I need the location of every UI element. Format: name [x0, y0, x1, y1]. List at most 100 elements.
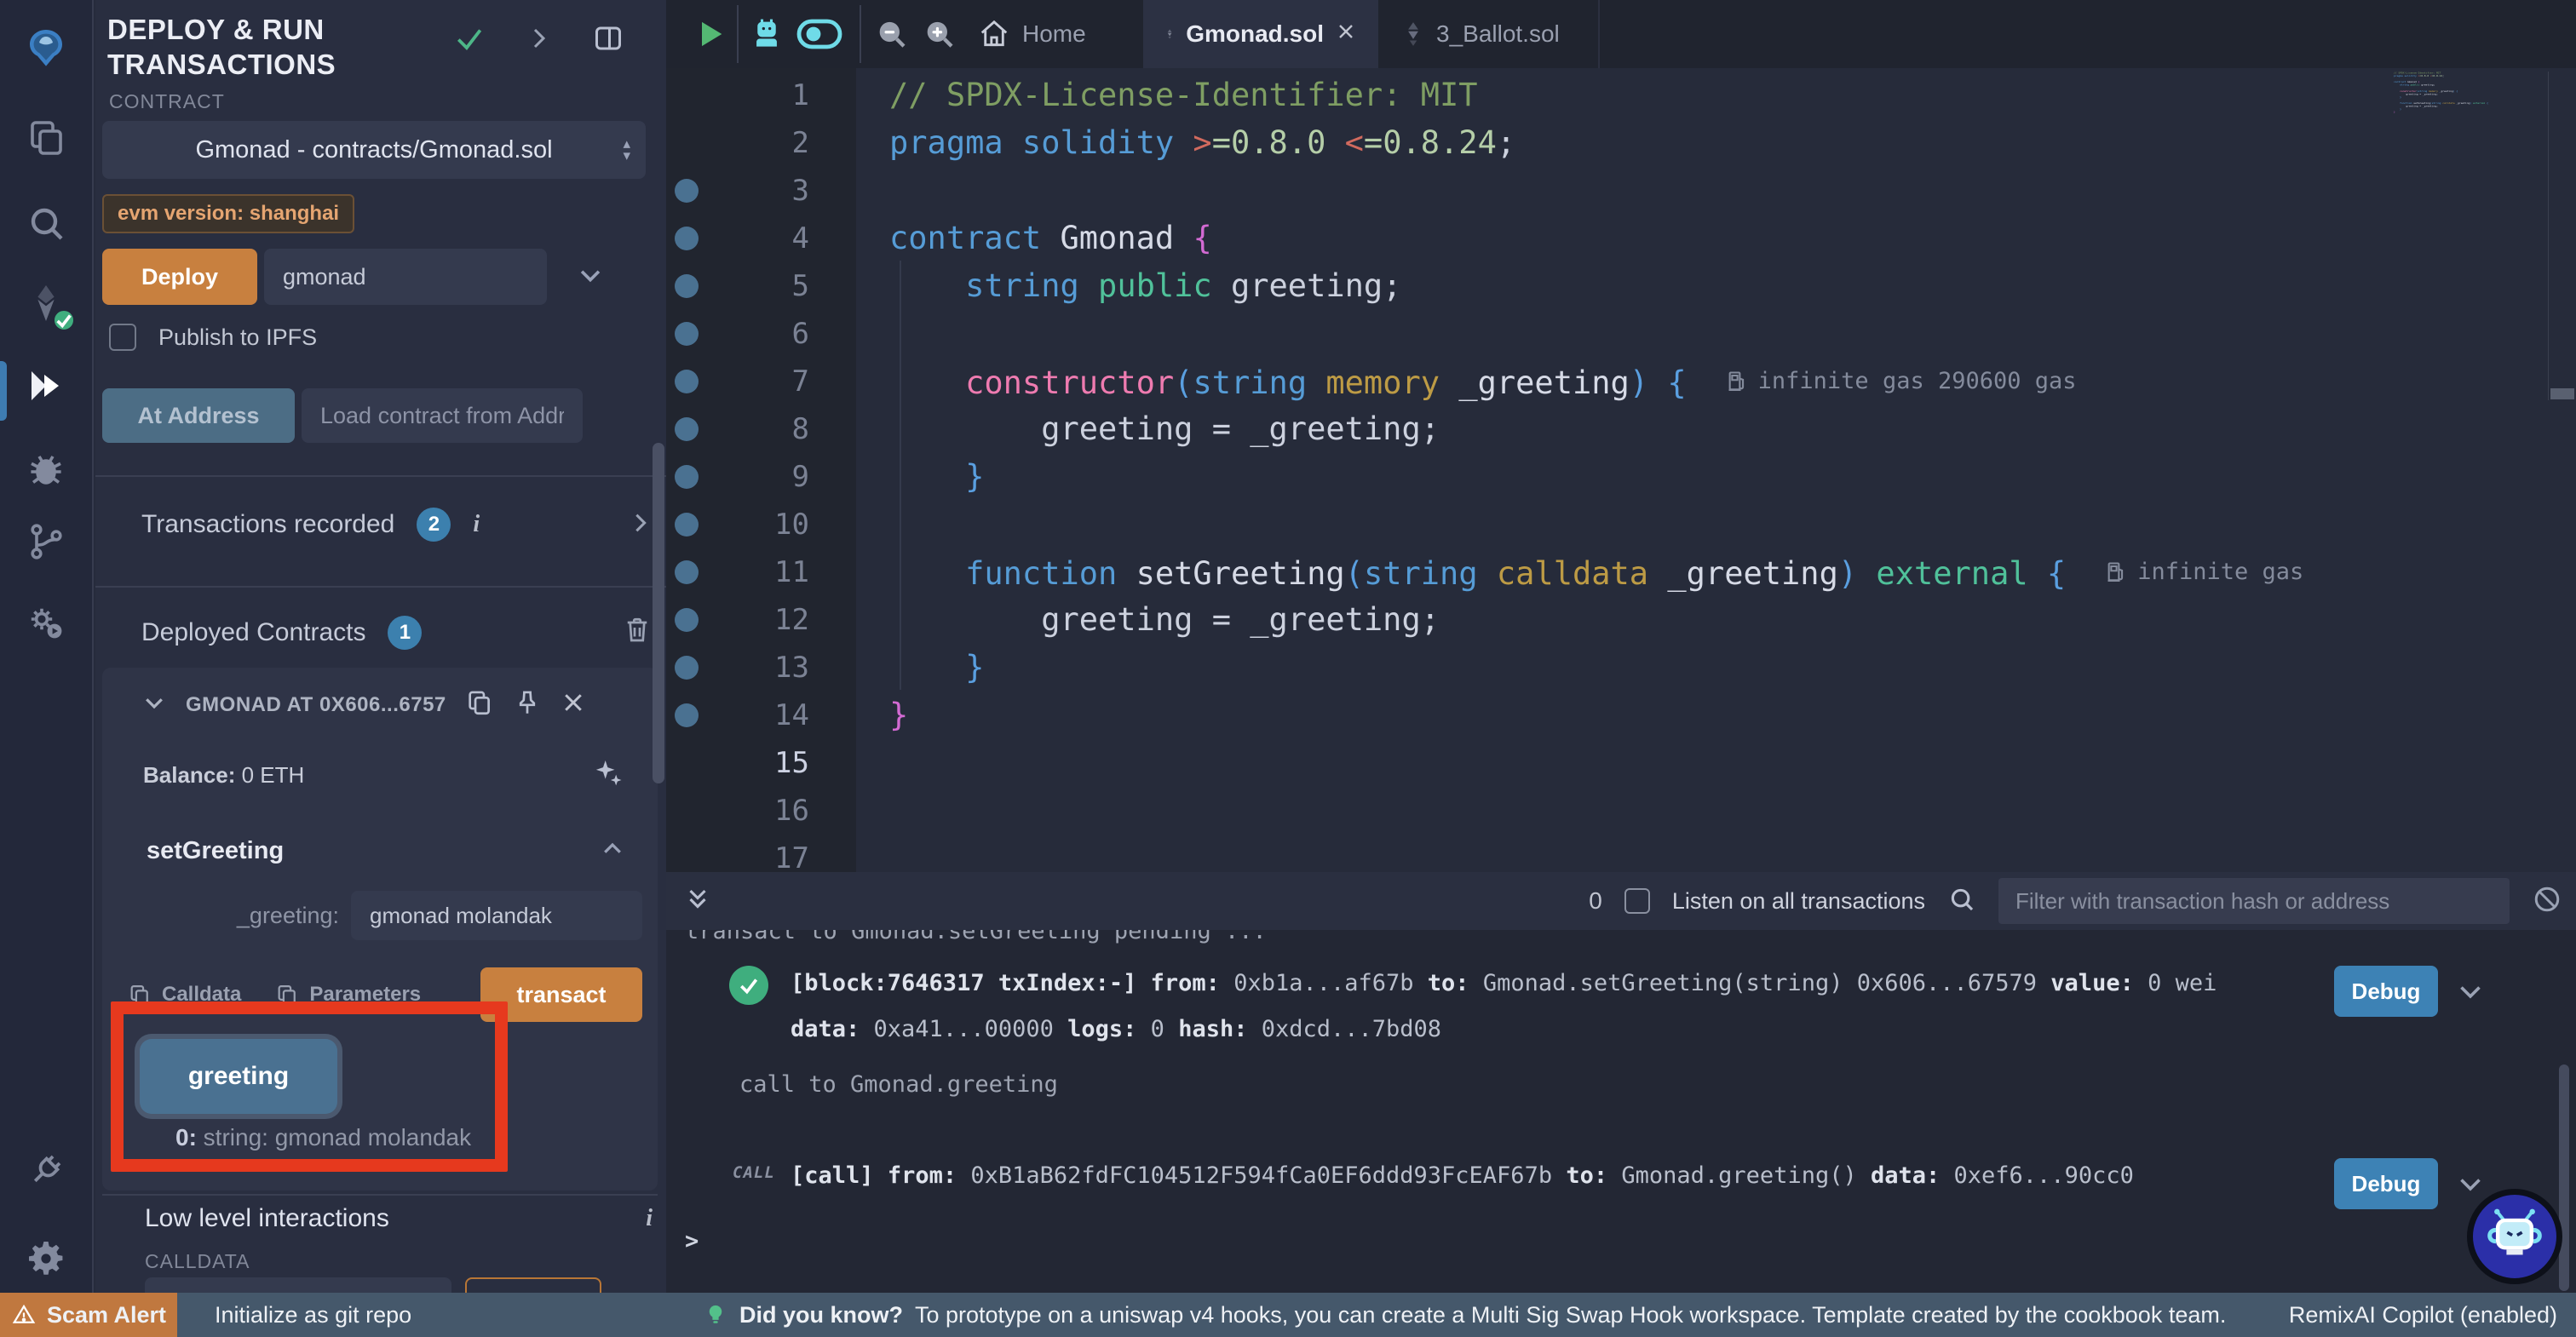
zoom-out-icon[interactable]	[874, 17, 908, 51]
remix-ide-window: DEPLOY & RUN TRANSACTIONS CONTRACT Gmona…	[0, 0, 2576, 1337]
clear-console-icon[interactable]	[2532, 884, 2562, 919]
low-level-info-icon[interactable]: i	[646, 1205, 653, 1232]
contract-select[interactable]: Gmonad - contracts/Gmonad.sol ▴▾	[102, 121, 646, 179]
search-icon[interactable]	[24, 201, 68, 245]
code-line[interactable]: }	[889, 691, 908, 739]
transactions-expand-icon[interactable]	[629, 511, 653, 539]
terminal-log-area[interactable]: transact to Gmonad.setGreeting pending .…	[666, 930, 2576, 1293]
param-input[interactable]	[351, 891, 642, 940]
plug-icon[interactable]	[24, 1148, 68, 1192]
home-tab[interactable]: Home	[978, 18, 1086, 50]
deploy-and-run-icon[interactable]	[24, 364, 68, 408]
low-level-calldata-input[interactable]	[145, 1277, 451, 1293]
gutter-dot-icon[interactable]	[675, 227, 699, 250]
scam-alert-button[interactable]: Scam Alert	[0, 1293, 177, 1337]
line-number: 8	[716, 405, 809, 453]
deploy-arg-input[interactable]	[264, 249, 547, 305]
settings-icon[interactable]	[24, 1237, 68, 1281]
deploy-expand-icon[interactable]	[576, 261, 605, 294]
gutter-dot-icon[interactable]	[675, 465, 699, 489]
line-number: 14	[716, 691, 809, 739]
code-line[interactable]: constructor(string memory _greeting) {in…	[889, 358, 2077, 407]
gutter-dot-icon[interactable]	[675, 370, 699, 393]
terminal-search-icon[interactable]	[1947, 885, 1976, 918]
collapse-panel-icon[interactable]	[526, 26, 552, 55]
at-address-input[interactable]	[302, 388, 583, 443]
gutter-dot-icon[interactable]	[675, 703, 699, 727]
terminal-scrollbar[interactable]	[2559, 1064, 2569, 1291]
tab-ballot-sol[interactable]: 3_Ballot.sol	[1380, 0, 1600, 68]
code-editor[interactable]: 1234567891011121314151617 // SPDX-Licens…	[666, 68, 2576, 872]
remix-ai-assistant-avatar[interactable]	[2467, 1189, 2562, 1284]
lightbulb-icon	[704, 1303, 727, 1327]
terminal-prompt[interactable]: >	[685, 1228, 699, 1254]
log-text[interactable]: [call] from: 0xB1aB62fdFC104512F594fCa0E…	[791, 1153, 2295, 1199]
function-collapse-icon[interactable]	[600, 836, 625, 866]
gutter-dot-icon[interactable]	[675, 560, 699, 584]
code-line[interactable]: contract Gmonad {	[889, 215, 1212, 262]
run-script-icon[interactable]	[693, 17, 727, 51]
plugin-manager-icon[interactable]	[24, 601, 68, 646]
debugger-icon[interactable]	[24, 446, 68, 491]
param-label: _greeting:	[102, 903, 339, 929]
listen-all-checkbox[interactable]	[1624, 888, 1650, 914]
transactions-count-badge: 2	[417, 508, 451, 542]
code-line[interactable]: pragma solidity >=0.8.0 <=0.8.24;	[889, 119, 1515, 167]
close-contract-icon[interactable]	[561, 690, 586, 720]
deploy-button[interactable]: Deploy	[102, 249, 257, 305]
code-line[interactable]: greeting = _greeting;	[889, 405, 1440, 453]
gutter-dot-icon[interactable]	[675, 274, 699, 298]
code-line[interactable]: }	[889, 453, 984, 501]
tab-gmonad-sol[interactable]: Gmonad.sol	[1143, 0, 1378, 68]
zoom-in-icon[interactable]	[922, 17, 956, 51]
debug-button[interactable]: Debug	[2334, 1158, 2438, 1209]
deployed-contract-card: GMONAD AT 0X606...67579 Balance: 0 ETH s…	[102, 668, 658, 1191]
gutter-dot-icon[interactable]	[675, 417, 699, 441]
copy-address-icon[interactable]	[465, 688, 494, 721]
git-icon[interactable]	[24, 519, 68, 564]
deployed-contract-title: GMONAD AT 0X606...67579	[186, 693, 446, 717]
copilot-toggle-icon[interactable]	[796, 17, 843, 51]
panel-scrollbar[interactable]	[653, 443, 664, 783]
ai-copilot-robot-icon[interactable]	[748, 15, 785, 53]
gutter-dot-icon[interactable]	[675, 608, 699, 632]
debug-button[interactable]: Debug	[2334, 966, 2438, 1017]
gutter-dot-icon[interactable]	[675, 179, 699, 203]
log-note: call to Gmonad.greeting	[739, 1071, 1058, 1098]
gutter-dot-icon[interactable]	[675, 513, 699, 537]
sparkles-icon[interactable]	[591, 756, 625, 795]
expand-log-icon[interactable]	[2455, 976, 2486, 1013]
gutter-dot-icon[interactable]	[675, 322, 699, 346]
info-icon[interactable]: i	[473, 511, 480, 538]
calldata-label: CALLDATA	[145, 1250, 250, 1273]
remix-logo-icon[interactable]	[24, 26, 68, 70]
line-number: 15	[716, 739, 809, 787]
greeting-getter-button[interactable]: greeting	[140, 1039, 337, 1114]
low-level-send-button[interactable]	[465, 1277, 601, 1293]
deployed-count-badge: 1	[388, 616, 422, 650]
code-line[interactable]: function setGreeting(string calldata _gr…	[889, 548, 2303, 598]
terminal-header: 0 Listen on all transactions	[666, 872, 2576, 930]
gutter-dot-icon[interactable]	[675, 656, 699, 680]
log-text[interactable]: [block:7646317 txIndex:-] from: 0xb1a...…	[791, 961, 2295, 1053]
contract-collapse-icon[interactable]	[141, 690, 167, 720]
code-line[interactable]: // SPDX-License-Identifier: MIT	[889, 72, 1478, 119]
trash-icon[interactable]	[622, 615, 653, 650]
expand-terminal-icon[interactable]	[683, 885, 712, 918]
editor-scrollbar-thumb[interactable]	[2550, 388, 2574, 399]
close-tab-icon[interactable]	[1336, 20, 1356, 48]
line-number: 12	[716, 596, 809, 644]
solidity-compiler-icon[interactable]	[24, 282, 68, 326]
publish-ipfs-checkbox[interactable]	[109, 324, 136, 351]
at-address-button[interactable]: At Address	[102, 388, 295, 443]
code-line[interactable]: }	[889, 644, 984, 691]
code-line[interactable]: greeting = _greeting;	[889, 596, 1440, 644]
git-init-button[interactable]: Initialize as git repo	[215, 1302, 411, 1328]
pin-panel-icon[interactable]	[593, 23, 624, 58]
terminal-filter-input[interactable]	[1998, 878, 2510, 924]
minimap[interactable]: // SPDX-License-Identifier: MITpragma so…	[2394, 72, 2547, 412]
code-line[interactable]: string public greeting;	[889, 262, 1401, 310]
pin-contract-icon[interactable]	[513, 688, 542, 721]
file-explorer-icon[interactable]	[24, 116, 68, 160]
copilot-status[interactable]: RemixAI Copilot (enabled)	[2289, 1302, 2557, 1328]
